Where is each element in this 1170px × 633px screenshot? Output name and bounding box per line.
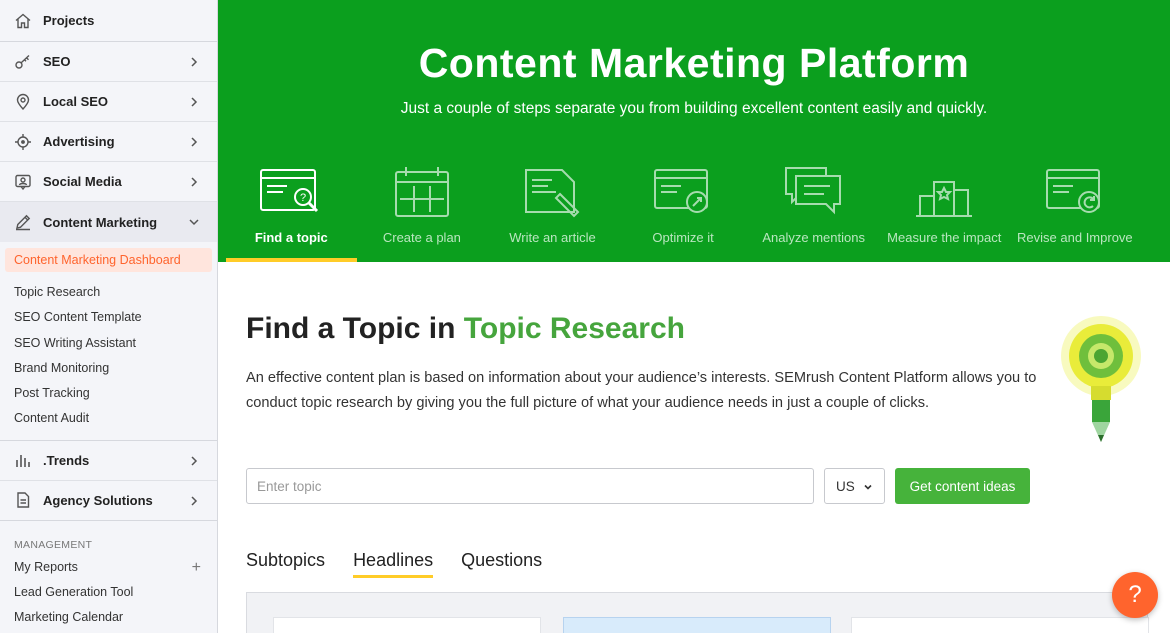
main-content: Find a Topic in Topic Research An effect… <box>218 262 1170 633</box>
tab-subtopics[interactable]: Subtopics <box>246 550 325 576</box>
content-marketing-submenu: Content Marketing Dashboard Topic Resear… <box>0 242 217 441</box>
page-title: Content Marketing Platform <box>418 40 970 86</box>
sidebar-subitem-content-marketing-dashboard[interactable]: Content Marketing Dashboard <box>5 248 212 272</box>
step-label: Create a plan <box>382 230 461 245</box>
country-value: US <box>836 478 855 494</box>
step-label: Measure the impact <box>887 230 1002 245</box>
sidebar-item-seo[interactable]: SEO <box>0 42 217 82</box>
help-button[interactable]: ? <box>1112 572 1158 618</box>
sidebar-item-advertising[interactable]: Advertising <box>0 122 217 162</box>
chevron-right-icon <box>191 177 198 187</box>
hero-banner: Content Marketing Platform Just a couple… <box>218 0 1170 262</box>
add-report-icon[interactable]: + <box>192 555 201 580</box>
svg-text:?: ? <box>300 192 306 204</box>
sidebar-subitem-seo-writing-assistant[interactable]: SEO Writing Assistant <box>0 331 217 356</box>
topic-search-icon: ? <box>260 169 319 213</box>
optimize-icon <box>654 169 709 213</box>
chevron-right-icon <box>191 97 198 107</box>
sidebar-item-local-seo[interactable]: Local SEO <box>0 82 217 122</box>
crosshair-icon <box>14 133 32 151</box>
workflow-steps: ? Find a topic Create a plan Write an ar… <box>226 158 1140 262</box>
management-heading: MANAGEMENT <box>14 538 93 551</box>
step-create-a-plan[interactable]: Create a plan <box>357 158 488 262</box>
lightbulb-illustration <box>1061 316 1141 442</box>
section-description: An effective content plan is based on in… <box>246 370 1037 411</box>
chevron-right-icon <box>191 57 198 67</box>
tab-headlines[interactable]: Headlines <box>353 550 434 578</box>
podium-icon <box>916 181 973 217</box>
bar-chart-icon <box>14 451 32 469</box>
chevron-right-icon <box>191 456 198 466</box>
step-measure-the-impact[interactable]: Measure the impact <box>879 158 1010 262</box>
page-subtitle: Just a couple of steps separate you from… <box>400 100 988 117</box>
step-analyze-mentions[interactable]: Analyze mentions <box>748 158 879 262</box>
chevron-down-icon <box>864 484 872 490</box>
location-pin-icon <box>14 93 32 111</box>
topic-search-input[interactable] <box>246 468 814 504</box>
step-find-a-topic[interactable]: ? Find a topic <box>226 158 357 262</box>
results-tabs: Subtopics Headlines Questions <box>246 550 570 578</box>
pencil-icon <box>14 213 32 231</box>
sidebar-item-label: SEO <box>43 54 71 69</box>
chat-bubbles-icon <box>784 167 841 215</box>
sidebar-item-social-media[interactable]: Social Media <box>0 162 217 202</box>
sidebar-subitem-content-audit[interactable]: Content Audit <box>0 406 217 431</box>
social-icon <box>14 173 32 191</box>
sidebar: Projects SEO Local SEO Advertising Socia… <box>0 0 218 633</box>
step-label: Optimize it <box>652 230 714 245</box>
sidebar-item-label: Agency Solutions <box>43 492 153 508</box>
sidebar-item-label: Advertising <box>43 134 115 149</box>
preview-card <box>273 617 541 633</box>
sidebar-subitem-brand-monitoring[interactable]: Brand Monitoring <box>0 356 217 381</box>
step-revise-and-improve[interactable]: Revise and Improve <box>1010 158 1141 262</box>
sidebar-item-label: Content Marketing <box>43 214 158 230</box>
sidebar-item-my-reports[interactable]: My Reports + <box>0 555 217 580</box>
sidebar-item-projects[interactable]: Projects <box>0 0 217 42</box>
step-label: Revise and Improve <box>1017 230 1133 245</box>
sidebar-item-label: Local SEO <box>43 94 109 109</box>
sidebar-item-agency-solutions[interactable]: Agency Solutions <box>0 481 217 521</box>
sidebar-item-marketing-calendar[interactable]: Marketing Calendar <box>0 605 217 630</box>
sidebar-subitem-topic-research[interactable]: Topic Research <box>0 280 217 305</box>
tab-questions[interactable]: Questions <box>461 550 542 576</box>
sidebar-item-lead-generation-tool[interactable]: Lead Generation Tool <box>0 580 217 605</box>
chevron-right-icon <box>191 137 198 147</box>
article-pencil-icon <box>525 169 580 218</box>
heading-highlight: Topic Research <box>463 312 685 345</box>
calendar-icon <box>394 167 449 217</box>
preview-card <box>851 617 1149 633</box>
country-select[interactable]: US <box>824 468 885 504</box>
step-write-an-article[interactable]: Write an article <box>487 158 618 262</box>
sidebar-item-label: My Reports <box>14 559 78 574</box>
heading-prefix: Find a Topic in <box>246 312 464 345</box>
step-optimize-it[interactable]: Optimize it <box>618 158 749 262</box>
section-heading: Find a Topic in Topic Research <box>246 312 685 346</box>
home-icon <box>14 12 32 30</box>
preview-card <box>563 617 831 633</box>
document-icon <box>14 491 32 509</box>
step-label: Write an article <box>509 230 596 245</box>
sidebar-subitem-seo-content-template[interactable]: SEO Content Template <box>0 305 217 330</box>
sidebar-item-label: Social Media <box>43 174 122 189</box>
chevron-down-icon <box>189 219 199 226</box>
chevron-right-icon <box>191 496 198 506</box>
sidebar-item-trends[interactable]: .Trends <box>0 441 217 481</box>
step-label: Find a topic <box>254 230 328 245</box>
sidebar-item-label: Projects <box>43 13 95 28</box>
preview-cards-area <box>246 592 1149 633</box>
sidebar-item-label: .Trends <box>43 452 90 468</box>
sidebar-item-content-marketing[interactable]: Content Marketing <box>0 202 217 242</box>
get-content-ideas-button[interactable]: Get content ideas <box>895 468 1030 504</box>
sidebar-subitem-post-tracking[interactable]: Post Tracking <box>0 381 217 406</box>
refresh-document-icon <box>1045 169 1100 213</box>
step-label: Analyze mentions <box>762 230 865 245</box>
key-icon <box>14 53 32 71</box>
